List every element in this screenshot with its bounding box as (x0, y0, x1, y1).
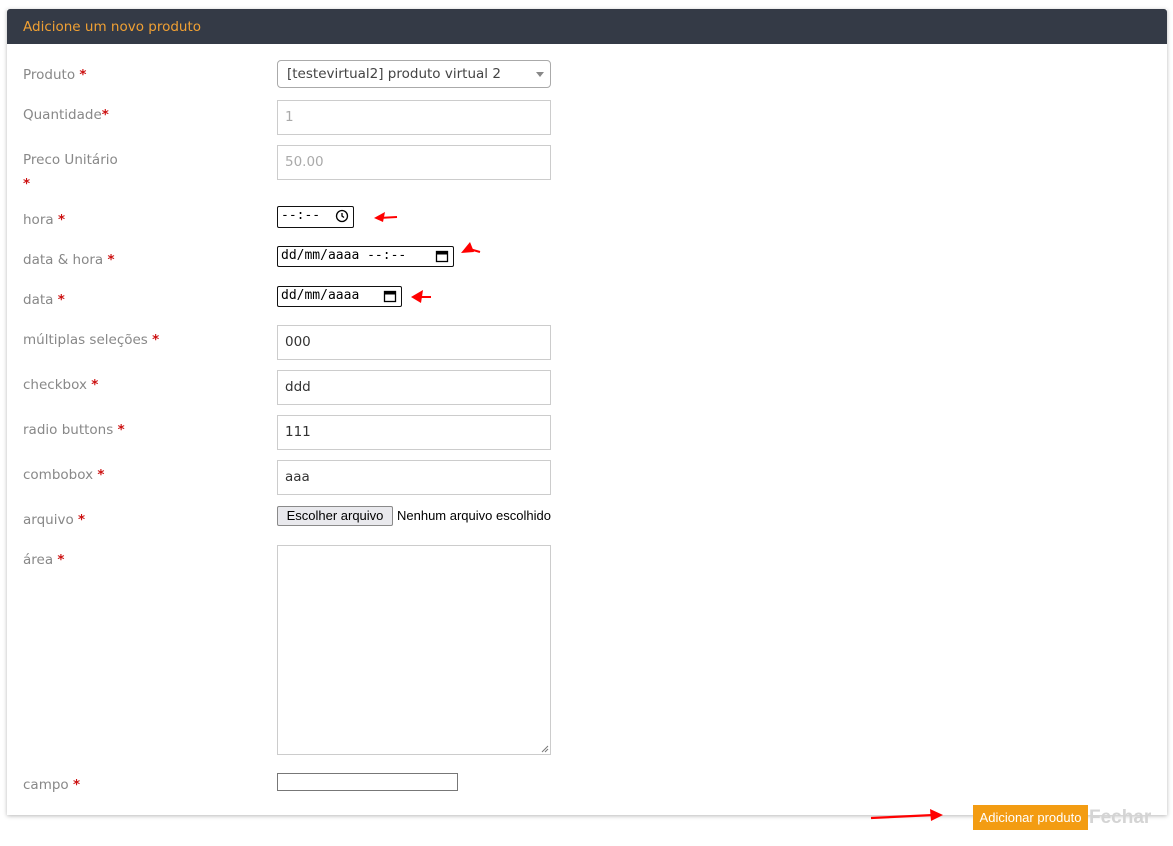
preco-label: Preco Unitário (23, 152, 118, 168)
area-textarea[interactable] (277, 545, 551, 755)
resize-grip-icon[interactable] (541, 745, 549, 753)
campo-label-text: campo (23, 777, 69, 793)
arrow-annotation-icon (411, 290, 431, 303)
combobox-input[interactable]: aaa (277, 460, 551, 495)
file-status-text: Nenhum arquivo escolhido (397, 508, 551, 523)
quantidade-label-text: Quantidade (23, 107, 102, 123)
close-button[interactable]: Fechar (1089, 807, 1151, 829)
panel-title: Adicione um novo produto (23, 19, 202, 35)
preco-input[interactable]: 50.00 (277, 145, 551, 180)
quantidade-value: 1 (285, 109, 294, 125)
data-label-text: data (23, 292, 54, 308)
data-hora-datetime-input[interactable]: dd/mm/aaaa --:-- (277, 246, 454, 267)
radio-value: 111 (285, 424, 311, 440)
quantidade-label: Quantidade* (23, 107, 109, 123)
required-marker: * (23, 176, 31, 192)
produto-label: Produto * (23, 67, 86, 83)
campo-input[interactable] (277, 773, 458, 791)
required-marker: * (101, 107, 109, 123)
multiplas-value: 000 (285, 334, 311, 350)
hora-value: --:-- (281, 208, 321, 223)
add-product-panel: Adicione um novo produto (7, 9, 1167, 815)
data-hora-label-text: data & hora (23, 252, 104, 268)
clock-icon (335, 209, 349, 223)
arquivo-label-text: arquivo (23, 512, 74, 528)
combobox-label: combobox * (23, 467, 104, 483)
arrow-annotation-icon (461, 242, 481, 253)
radio-label: radio buttons * (23, 422, 125, 438)
radio-input[interactable]: 111 (277, 415, 551, 450)
required-marker: * (57, 212, 65, 228)
checkbox-value: ddd (285, 379, 311, 395)
calendar-icon (383, 290, 397, 303)
data-date-input[interactable]: dd/mm/aaaa (277, 286, 402, 307)
data-hora-value: dd/mm/aaaa --:-- (281, 248, 407, 263)
radio-label-text: radio buttons (23, 422, 114, 438)
required-marker: * (107, 252, 115, 268)
area-label-text: área (23, 552, 54, 568)
required-marker: * (57, 552, 65, 568)
checkbox-label-text: checkbox (23, 377, 87, 393)
campo-label: campo * (23, 777, 80, 793)
required-marker: * (97, 467, 105, 483)
data-label: data * (23, 292, 65, 308)
chevron-down-icon (536, 72, 544, 77)
required-marker: * (79, 67, 87, 83)
choose-file-button[interactable]: Escolher arquivo (277, 506, 393, 526)
multiplas-input[interactable]: 000 (277, 325, 551, 360)
data-value: dd/mm/aaaa (281, 288, 360, 303)
hora-time-input[interactable]: --:-- (277, 206, 354, 228)
checkbox-label: checkbox * (23, 377, 98, 393)
required-marker: * (72, 777, 81, 793)
preco-value: 50.00 (285, 154, 324, 170)
multiplas-label-text: múltiplas seleções (23, 332, 148, 348)
required-marker: * (78, 512, 86, 528)
produto-label-text: Produto (23, 67, 76, 83)
panel-header: Adicione um novo produto (7, 9, 1167, 44)
multiplas-label: múltiplas seleções * (23, 332, 159, 348)
arquivo-label: arquivo * (23, 512, 85, 528)
required-marker: * (91, 377, 99, 393)
required-marker: * (152, 332, 160, 348)
produto-select-value: [testevirtual2] produto virtual 2 (287, 66, 501, 82)
hora-label: hora * (23, 212, 65, 228)
area-label: área * (23, 552, 64, 568)
combobox-value: aaa (285, 469, 310, 485)
calendar-icon (435, 250, 449, 263)
arrow-annotation-icon (374, 212, 398, 222)
required-marker: * (57, 292, 65, 308)
checkbox-input[interactable]: ddd (277, 370, 551, 405)
hora-label-text: hora (23, 212, 54, 228)
preco-label-text: Preco Unitário (23, 152, 118, 168)
required-marker: * (117, 422, 125, 438)
add-product-button[interactable]: Adicionar produto (973, 805, 1088, 830)
arrow-annotation-icon (870, 809, 943, 821)
preco-required: * (23, 176, 30, 192)
quantidade-input[interactable]: 1 (277, 100, 551, 135)
produto-select[interactable]: [testevirtual2] produto virtual 2 (277, 60, 551, 88)
combobox-label-text: combobox (23, 467, 94, 483)
data-hora-label: data & hora * (23, 252, 115, 268)
